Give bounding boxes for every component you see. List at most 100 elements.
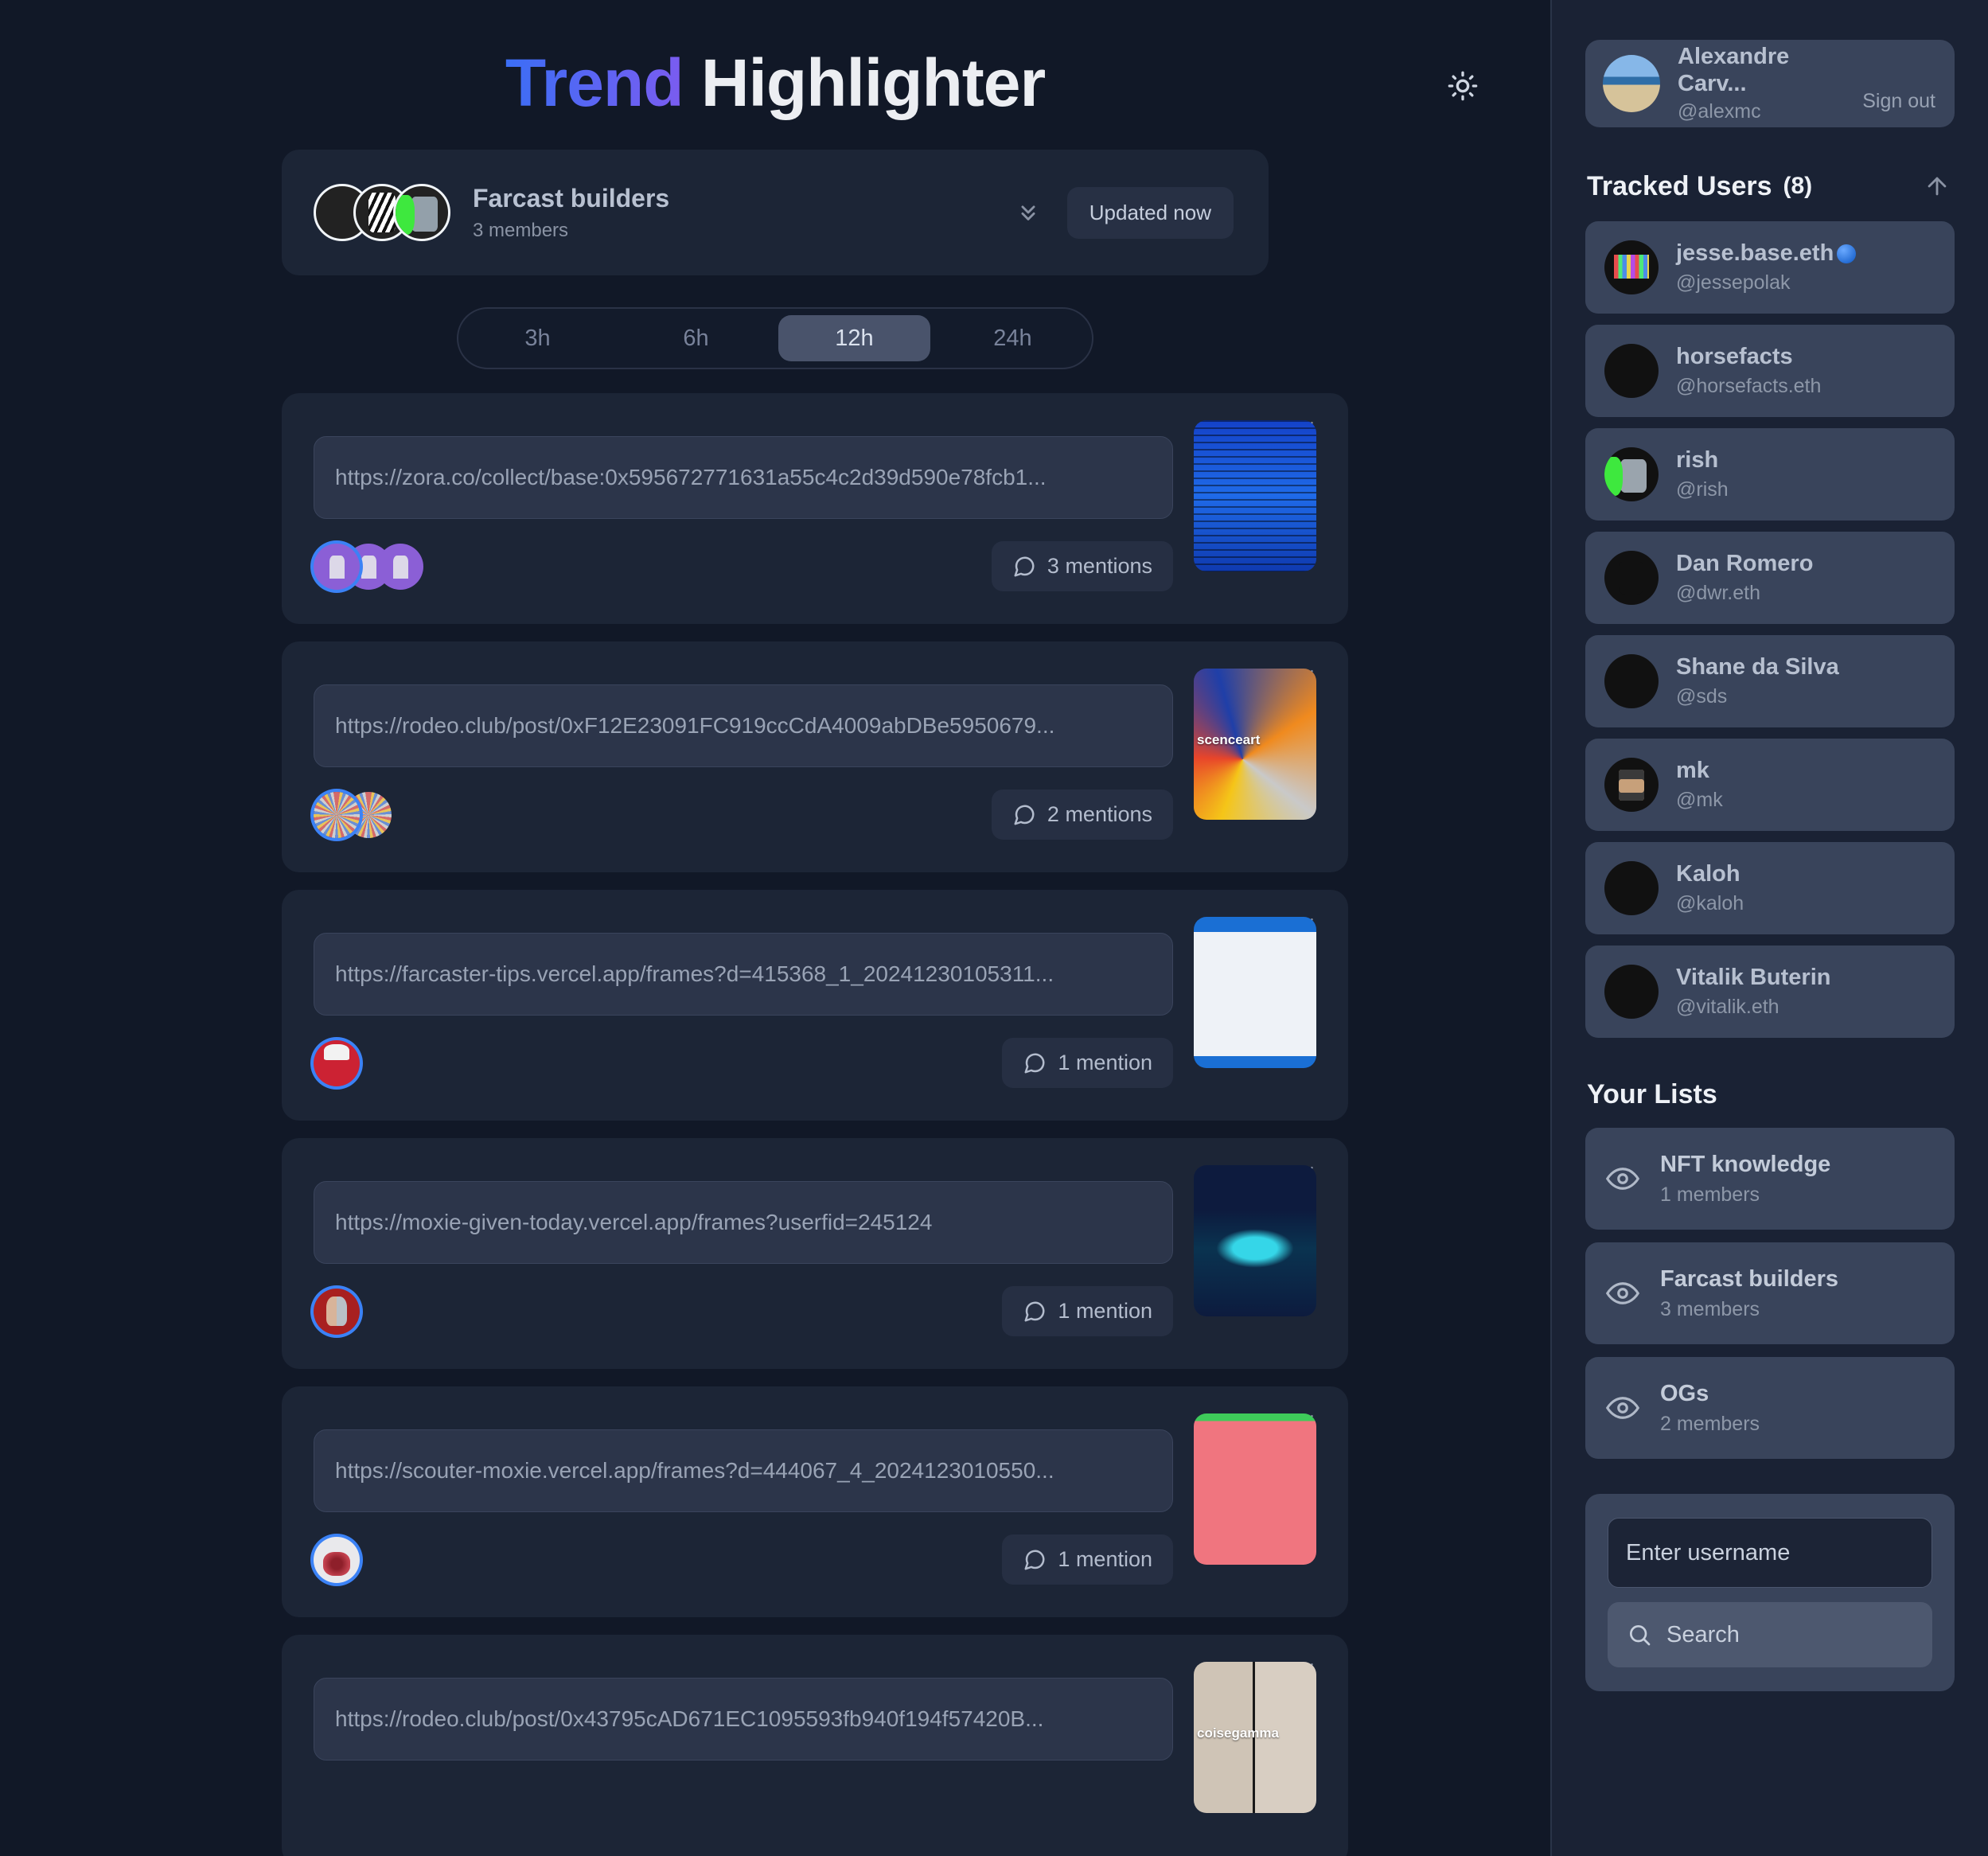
avatar — [314, 1536, 360, 1583]
link-card[interactable]: https://farcaster-tips.vercel.app/frames… — [282, 890, 1348, 1121]
title-highlighter: Highlighter — [700, 45, 1046, 120]
link-card[interactable]: https://zora.co/collect/base:0x595672771… — [282, 393, 1348, 624]
tracked-user-item[interactable]: Kaloh @kaloh — [1585, 842, 1955, 934]
tracked-user-name: Dan Romero — [1676, 551, 1814, 577]
link-thumbnail[interactable]: coisegamma — [1194, 1662, 1316, 1813]
link-thumbnail[interactable]: scenceart — [1194, 669, 1316, 820]
mentions-button[interactable]: 1 mention — [1002, 1038, 1173, 1088]
avatar — [1604, 758, 1659, 812]
link-card[interactable]: https://rodeo.club/post/0xF12E23091FC919… — [282, 641, 1348, 872]
tracked-user-item[interactable]: Shane da Silva @sds — [1585, 635, 1955, 727]
avatar — [377, 543, 423, 590]
link-card[interactable]: https://moxie-given-today.vercel.app/fra… — [282, 1138, 1348, 1369]
link-card[interactable]: https://scouter-moxie.vercel.app/frames?… — [282, 1386, 1348, 1617]
list-item-members: 2 members — [1660, 1412, 1760, 1435]
list-meta: Farcast builders 3 members — [473, 183, 1010, 242]
tracked-user-name: jesse.base.eth — [1676, 240, 1834, 267]
mentions-count-label: 3 mentions — [1047, 554, 1152, 578]
tracked-user-item[interactable]: Dan Romero @dwr.eth — [1585, 532, 1955, 624]
tracked-user-name: rish — [1676, 447, 1719, 474]
tracked-user-handle: @horsefacts.eth — [1676, 374, 1822, 397]
link-url: https://zora.co/collect/base:0x595672771… — [335, 465, 1047, 489]
list-expand-button[interactable] — [1010, 194, 1047, 231]
updated-now-button[interactable]: Updated now — [1066, 186, 1234, 239]
tracked-user-item[interactable]: Vitalik Buterin @vitalik.eth — [1585, 946, 1955, 1038]
avatar — [314, 791, 360, 838]
list-item-members: 1 members — [1660, 1183, 1760, 1206]
mentions-button[interactable]: 2 mentions — [991, 790, 1173, 840]
mentions-button[interactable]: 3 mentions — [991, 541, 1173, 591]
mentions-button[interactable]: 1 mention — [1002, 1534, 1173, 1585]
link-url-box[interactable]: https://rodeo.club/post/0xF12E23091FC919… — [314, 684, 1173, 767]
tracked-users-title: Tracked Users — [1587, 170, 1772, 201]
link-card[interactable]: https://rodeo.club/post/0x43795cAD671EC1… — [282, 1635, 1348, 1856]
chevrons-down-icon — [1021, 205, 1035, 220]
tracked-user-name: mk — [1676, 758, 1709, 784]
time-filter-24h[interactable]: 24h — [937, 315, 1089, 361]
link-url-box[interactable]: https://rodeo.club/post/0x43795cAD671EC1… — [314, 1678, 1173, 1760]
mentions-count-label: 1 mention — [1058, 1547, 1152, 1571]
link-thumbnail[interactable] — [1194, 420, 1316, 571]
mention-avatars — [314, 1288, 360, 1335]
speech-bubble-icon — [1014, 804, 1035, 825]
selected-list-card[interactable]: Farcast builders 3 members Updated now — [282, 150, 1269, 275]
link-url-box[interactable]: https://moxie-given-today.vercel.app/fra… — [314, 1181, 1173, 1264]
list-item[interactable]: Farcast builders 3 members — [1585, 1242, 1955, 1344]
tracked-user-item[interactable]: jesse.base.eth @jessepolak — [1585, 221, 1955, 314]
avatar — [314, 1288, 360, 1335]
list-item-name: Farcast builders — [1660, 1266, 1839, 1293]
search-icon — [1629, 1624, 1651, 1646]
mentions-count-label: 1 mention — [1058, 1051, 1152, 1074]
avatar — [1604, 344, 1659, 398]
title-trend: Trend — [505, 45, 684, 120]
avatar — [1603, 55, 1660, 112]
list-name: Farcast builders — [473, 183, 670, 213]
tracked-users-header: Tracked Users (8) — [1587, 169, 1955, 204]
time-filter-12h[interactable]: 12h — [778, 315, 930, 361]
your-lists-header: Your Lists — [1587, 1079, 1955, 1110]
sign-out-button[interactable]: Sign out — [1862, 90, 1935, 127]
user-profile-card: Alexandre Carv... @alexmc Sign out — [1585, 40, 1955, 127]
link-url-box[interactable]: https://scouter-moxie.vercel.app/frames?… — [314, 1429, 1173, 1512]
your-lists: NFT knowledge 1 members Farcast builders… — [1585, 1128, 1955, 1459]
avatar — [1604, 447, 1659, 501]
tracked-user-item[interactable]: horsefacts @horsefacts.eth — [1585, 325, 1955, 417]
link-thumbnail[interactable] — [1194, 917, 1316, 1068]
link-thumbnail[interactable] — [1194, 1165, 1316, 1316]
speech-bubble-icon — [1024, 1549, 1045, 1569]
time-filter-6h[interactable]: 6h — [620, 315, 772, 361]
thumbnail-label: coisegamma — [1197, 1725, 1279, 1741]
avatar — [1604, 551, 1659, 605]
theme-toggle-button[interactable] — [1436, 62, 1489, 110]
list-item[interactable]: OGs 2 members — [1585, 1357, 1955, 1459]
mentions-button[interactable]: 1 mention — [1002, 1286, 1173, 1336]
eye-icon — [1606, 1282, 1639, 1304]
app-root: Trend Highlighter Farcast builders 3 mem… — [0, 0, 1988, 1856]
eye-icon — [1606, 1397, 1639, 1419]
mention-avatars — [314, 543, 423, 590]
link-url: https://moxie-given-today.vercel.app/fra… — [335, 1210, 933, 1234]
tracked-user-item[interactable]: rish @rish — [1585, 428, 1955, 521]
link-url-box[interactable]: https://zora.co/collect/base:0x595672771… — [314, 436, 1173, 519]
link-url-box[interactable]: https://farcaster-tips.vercel.app/frames… — [314, 933, 1173, 1016]
link-url: https://scouter-moxie.vercel.app/frames?… — [335, 1458, 1054, 1483]
list-member-count: 3 members — [473, 220, 569, 242]
mentions-count-label: 1 mention — [1058, 1299, 1152, 1323]
list-item[interactable]: NFT knowledge 1 members — [1585, 1128, 1955, 1230]
link-url: https://rodeo.club/post/0xF12E23091FC919… — [335, 713, 1055, 738]
search-button[interactable]: Search — [1608, 1602, 1932, 1667]
avatar — [1604, 240, 1659, 294]
tracked-user-name: Shane da Silva — [1676, 654, 1839, 680]
time-filter-3h[interactable]: 3h — [462, 315, 614, 361]
tracked-user-item[interactable]: mk @mk — [1585, 739, 1955, 831]
username-input[interactable] — [1608, 1518, 1932, 1588]
speech-bubble-icon — [1024, 1052, 1045, 1073]
right-sidebar: Alexandre Carv... @alexmc Sign out Track… — [1550, 0, 1988, 1856]
tracked-users-collapse-button[interactable] — [1920, 169, 1955, 204]
link-thumbnail[interactable] — [1194, 1413, 1316, 1565]
tracked-user-handle: @dwr.eth — [1676, 581, 1760, 604]
tracked-user-handle: @sds — [1676, 684, 1728, 708]
avatar — [1604, 654, 1659, 708]
avatar — [393, 184, 450, 241]
main-panel: Trend Highlighter Farcast builders 3 mem… — [0, 0, 1550, 1856]
